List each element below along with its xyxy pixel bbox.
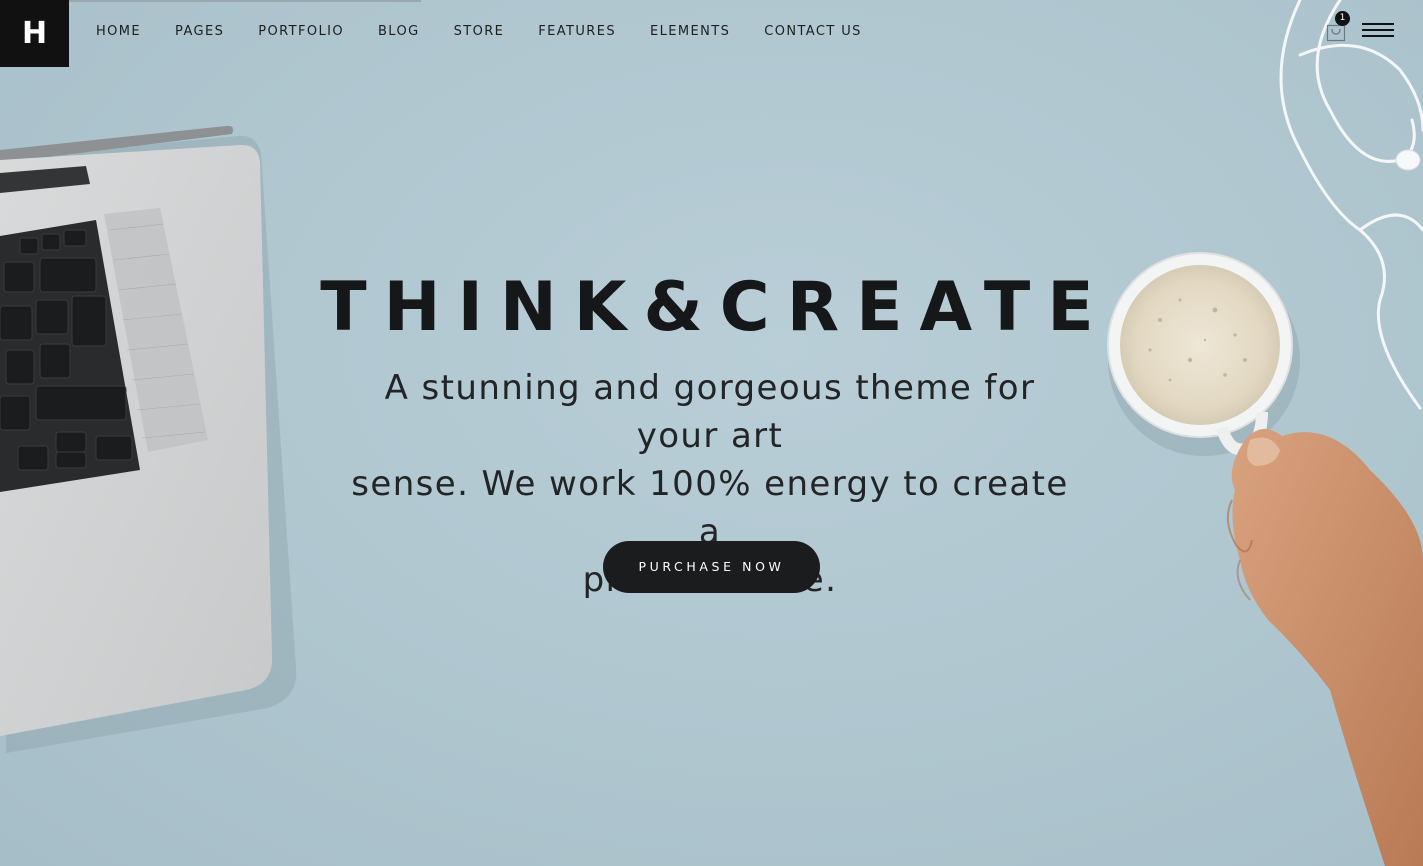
site-logo[interactable]: H (0, 0, 69, 67)
page-load-progress (69, 0, 421, 2)
nav-item-portfolio[interactable]: PORTFOLIO (258, 24, 344, 40)
nav-item-contact-us[interactable]: CONTACT US (764, 24, 862, 40)
hamburger-menu-icon[interactable] (1362, 22, 1394, 38)
cart-count-badge: 1 (1335, 11, 1350, 26)
laptop-illustration (0, 125, 297, 754)
nav-item-blog[interactable]: BLOG (378, 24, 420, 40)
hand-illustration (1226, 428, 1423, 866)
main-nav: HOME PAGES PORTFOLIO BLOG STORE FEATURES… (96, 24, 862, 40)
logo-letter: H (21, 16, 48, 51)
nav-item-home[interactable]: HOME (96, 24, 141, 40)
hero-subtitle-line: A stunning and gorgeous theme for your a… (384, 368, 1036, 456)
nav-item-elements[interactable]: ELEMENTS (650, 24, 730, 40)
nav-item-store[interactable]: STORE (454, 24, 505, 40)
nav-item-features[interactable]: FEATURES (538, 24, 616, 40)
nav-item-pages[interactable]: PAGES (175, 24, 224, 40)
purchase-now-button[interactable]: PURCHASE NOW (603, 541, 820, 593)
hero-title: THINK&CREATE (320, 268, 1111, 347)
hero-page: H HOME PAGES PORTFOLIO BLOG STORE FEATUR… (0, 0, 1423, 866)
